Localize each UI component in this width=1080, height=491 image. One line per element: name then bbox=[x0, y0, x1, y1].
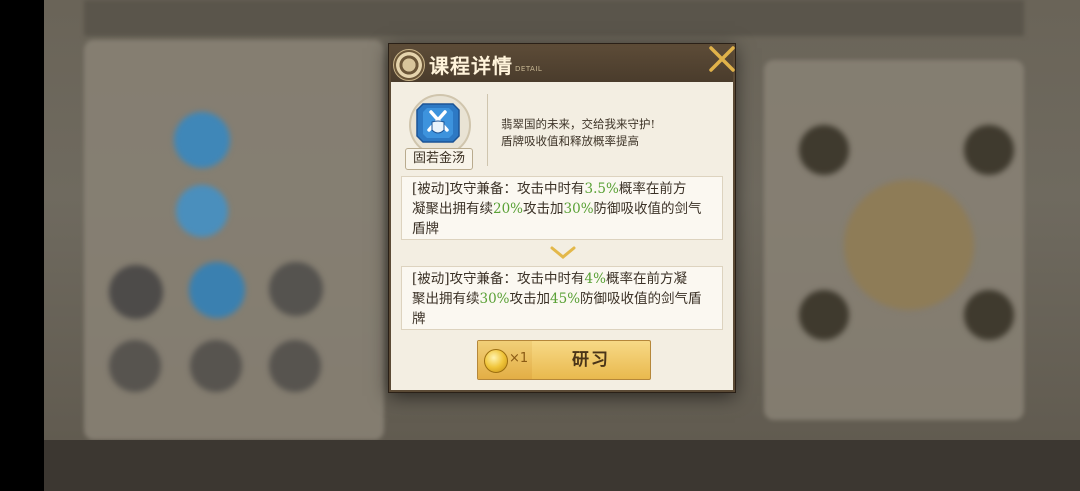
crossed-swords-shield-icon bbox=[416, 103, 460, 143]
cost-amount: ×1 bbox=[509, 351, 529, 366]
research-button[interactable]: ×1 研习 bbox=[477, 340, 651, 380]
cost-area: ×1 bbox=[478, 341, 532, 379]
dialog-title: 课程详情 bbox=[429, 54, 513, 78]
chevron-down-icon bbox=[550, 246, 576, 259]
bg-node bbox=[844, 180, 974, 310]
bg-top-strip bbox=[84, 0, 1024, 36]
skill-description: 翡翠国的未来，交给我来守护! 盾牌吸收值和释放概率提高 bbox=[501, 116, 655, 150]
effect-line: 盾牌 bbox=[412, 221, 439, 237]
coin-icon bbox=[484, 349, 508, 373]
dialog-subtitle: DETAIL bbox=[515, 65, 543, 73]
divider bbox=[487, 94, 488, 166]
next-effect-box: [被动]攻守兼备：攻击中时有4%概率在前方凝 聚出拥有续30%攻击加45%防御吸… bbox=[401, 266, 723, 330]
left-black-bar bbox=[0, 0, 44, 491]
description-line: 翡翠国的未来，交给我来守护! bbox=[501, 117, 656, 131]
bg-bottom-bar bbox=[44, 440, 1080, 491]
bg-node bbox=[109, 265, 163, 319]
bg-node bbox=[269, 262, 323, 316]
bg-node bbox=[189, 262, 245, 318]
emblem-icon bbox=[393, 49, 425, 81]
bg-node bbox=[174, 112, 230, 168]
skill-name: 固若金汤 bbox=[405, 148, 473, 170]
dialog-header: 课程详情 DETAIL bbox=[391, 46, 733, 82]
effect-line: [被动]攻守兼备：攻击中时有3.5%概率在前方 bbox=[412, 181, 687, 197]
effect-line: 聚出拥有续30%攻击加45%防御吸收值的剑气盾 bbox=[412, 291, 702, 307]
course-detail-dialog: 课程详情 DETAIL 固若金汤 翡翠国的未来，交给我来守护! 盾牌吸收值和释放… bbox=[389, 44, 735, 392]
effect-line: 凝聚出拥有续20%攻击加30%防御吸收值的剑气 bbox=[412, 201, 702, 217]
bg-node bbox=[176, 185, 228, 237]
bg-node bbox=[190, 340, 242, 392]
effect-line: 牌 bbox=[412, 311, 426, 327]
research-button-label: 研习 bbox=[572, 350, 610, 370]
skill-icon-block: 固若金汤 bbox=[401, 94, 475, 170]
bg-node bbox=[964, 290, 1014, 340]
current-effect-box: [被动]攻守兼备：攻击中时有3.5%概率在前方 凝聚出拥有续20%攻击加30%防… bbox=[401, 176, 723, 240]
description-line: 盾牌吸收值和释放概率提高 bbox=[501, 134, 639, 148]
bg-node bbox=[964, 125, 1014, 175]
effect-line: [被动]攻守兼备：攻击中时有4%概率在前方凝 bbox=[412, 271, 687, 287]
bg-node bbox=[269, 340, 321, 392]
bg-node bbox=[799, 125, 849, 175]
close-icon[interactable] bbox=[705, 42, 739, 76]
bg-node bbox=[799, 290, 849, 340]
bg-node bbox=[109, 340, 161, 392]
